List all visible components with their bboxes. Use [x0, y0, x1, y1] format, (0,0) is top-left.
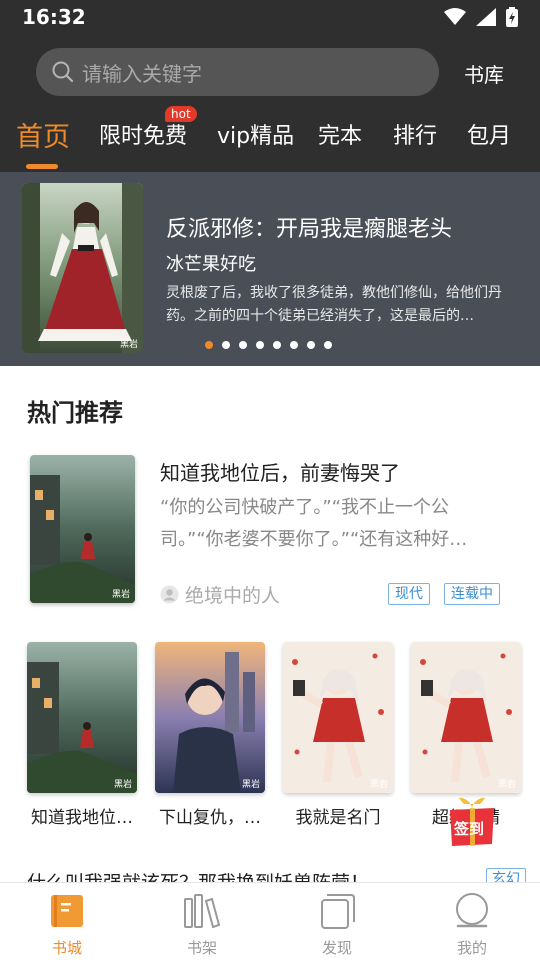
signal-icon — [476, 8, 496, 26]
nav-discover[interactable]: 发现 — [287, 891, 387, 958]
carousel-dots — [205, 341, 332, 349]
grid-book-cover[interactable]: 黑岩 — [27, 642, 137, 793]
carousel-dot[interactable] — [307, 341, 315, 349]
featured-author-name: 绝境中的人 — [185, 585, 281, 607]
grid-book[interactable]: 黑岩 我就是名门 — [283, 642, 393, 828]
library-link[interactable]: 书库 — [464, 59, 504, 88]
tab-completed[interactable]: 完本 — [318, 118, 362, 150]
book-icon — [17, 891, 117, 931]
grid-book-title[interactable]: 我就是名门 — [283, 803, 393, 828]
section-title: 热门推荐 — [27, 399, 123, 427]
status-time: 16:32 — [22, 5, 86, 29]
carousel-dot[interactable] — [256, 341, 264, 349]
status-icons — [444, 7, 518, 27]
bookshelf-icon — [152, 891, 252, 931]
tab-monthly[interactable]: 包月 — [467, 118, 511, 150]
nav-bookshelf[interactable]: 书架 — [152, 891, 252, 958]
signin-button[interactable]: 签到 — [444, 796, 500, 852]
nav-label: 我的 — [456, 939, 487, 957]
nav-label: 书城 — [51, 939, 82, 957]
featured-book-description: “你的公司快破产了。”“我不止一个公司。”“你老婆不要你了。”“还有这种好… — [160, 497, 468, 550]
banner-book-description: 灵根废了后，我收了很多徒弟，教他们修仙，给他们丹药。之前的四十个徒弟已经消失了，… — [166, 285, 502, 324]
search-input[interactable]: 请输入关键字 — [36, 48, 439, 96]
featured-book-title[interactable]: 知道我地位后，前妻悔哭了 — [160, 457, 400, 486]
grid-book[interactable]: 黑岩 下山复仇，… — [155, 642, 265, 828]
search-icon — [52, 61, 74, 83]
grid-book-cover[interactable]: 黑岩 — [155, 642, 265, 793]
grid-book[interactable]: 黑岩 知道我地位… — [27, 642, 137, 828]
nav-bookstore[interactable]: 书城 — [17, 891, 117, 958]
featured-book-author: 绝境中的人 — [160, 581, 280, 608]
banner-book-author: 冰芒果好吃 — [166, 254, 256, 275]
grid-cover-watermark: 黑岩 — [241, 780, 260, 790]
battery-icon — [506, 7, 518, 27]
grid-book-title[interactable]: 下山复仇，… — [155, 803, 265, 828]
tab-free[interactable]: 限时免费 — [99, 118, 187, 150]
discover-icon — [287, 891, 387, 931]
genre-tag: 现代 — [388, 583, 430, 605]
tab-active-indicator — [26, 164, 58, 169]
grid-cover-watermark: 黑岩 — [369, 780, 388, 790]
grid-book-cover[interactable]: 黑岩 — [283, 642, 393, 793]
hot-badge: hot — [165, 106, 197, 122]
user-icon — [160, 585, 179, 604]
carousel-dot[interactable] — [290, 341, 298, 349]
featured-cover-watermark: 黑岩 — [111, 590, 130, 600]
carousel-dot[interactable] — [222, 341, 230, 349]
search-row: 请输入关键字 书库 — [0, 48, 540, 96]
grid-book-cover[interactable]: 黑岩 — [411, 642, 521, 793]
tab-ranking[interactable]: 排行 — [393, 118, 437, 150]
tab-vip[interactable]: vip精品 — [217, 118, 294, 150]
banner-carousel[interactable]: 黑岩 反派邪修：开局我是瘸腿老头 冰芒果好吃 灵根废了后，我收了很多徒弟，教他们… — [0, 172, 540, 366]
carousel-dot[interactable] — [273, 341, 281, 349]
category-tabs: 首页 限时免费 hot vip精品 完本 排行 包月 — [0, 106, 540, 172]
search-placeholder: 请输入关键字 — [82, 61, 202, 86]
carousel-dot[interactable] — [205, 341, 213, 349]
featured-book[interactable]: 黑岩 知道我地位后，前妻悔哭了 “你的公司快破产了。”“我不止一个公司。”“你老… — [0, 450, 540, 610]
profile-icon — [422, 891, 522, 931]
banner-book-title[interactable]: 反派邪修：开局我是瘸腿老头 — [166, 211, 526, 243]
app-header: 16:32 请输入关键字 书库 首页 限时免费 hot vip精品 完本 排行 … — [0, 0, 540, 172]
banner-cover-watermark: 黑岩 — [119, 340, 138, 350]
nav-label: 发现 — [321, 939, 352, 957]
status-tag: 连载中 — [444, 583, 500, 605]
tab-home[interactable]: 首页 — [16, 115, 70, 154]
nav-profile[interactable]: 我的 — [422, 891, 522, 958]
carousel-dot[interactable] — [239, 341, 247, 349]
grid-cover-watermark: 黑岩 — [113, 780, 132, 790]
nav-label: 书架 — [186, 939, 217, 957]
featured-book-cover[interactable]: 黑岩 — [30, 455, 135, 603]
grid-book-title[interactable]: 知道我地位… — [27, 803, 137, 828]
grid-cover-watermark: 黑岩 — [497, 780, 516, 790]
wifi-icon — [444, 8, 466, 25]
status-bar: 16:32 — [0, 0, 540, 34]
bottom-nav: 书城 书架 发现 我的 — [0, 882, 540, 960]
carousel-dot[interactable] — [324, 341, 332, 349]
signin-label: 签到 — [454, 820, 485, 838]
banner-cover[interactable]: 黑岩 — [22, 183, 143, 353]
